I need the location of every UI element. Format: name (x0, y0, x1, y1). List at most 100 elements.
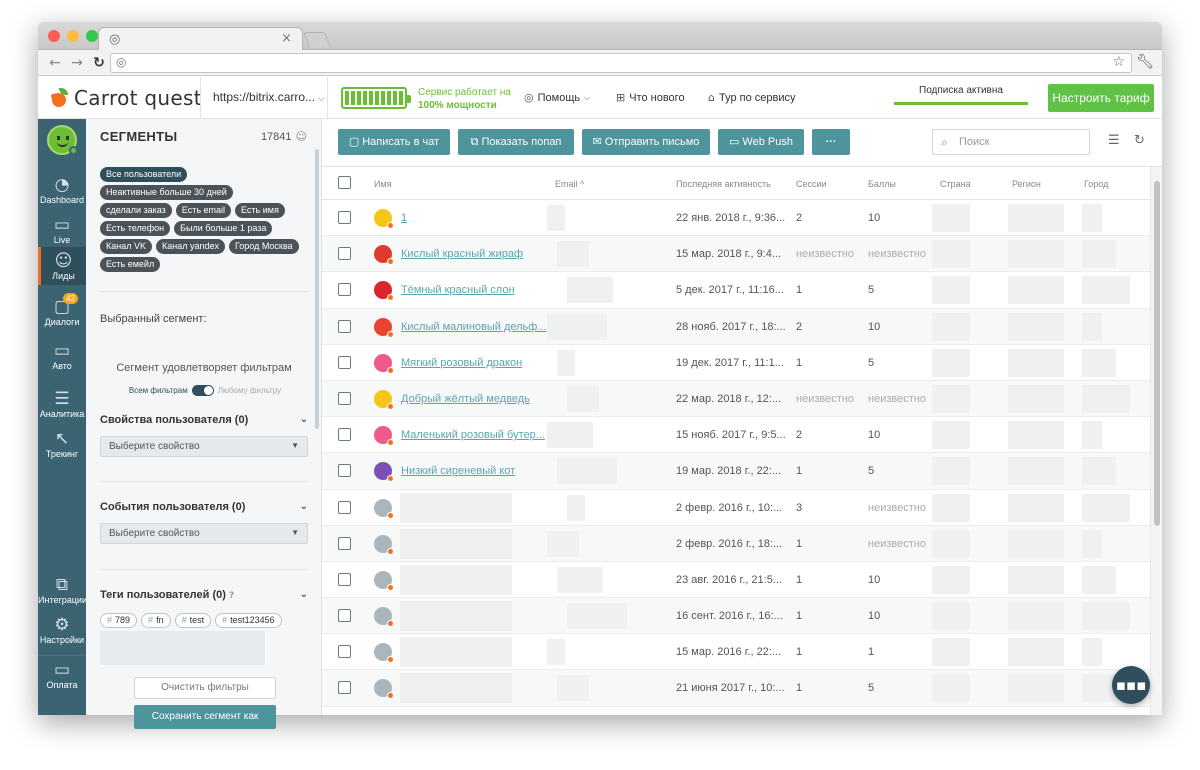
site-selector[interactable]: https://bitrix.carro... ⌵ (200, 77, 328, 119)
scrollbar-thumb[interactable] (1154, 181, 1160, 526)
row-checkbox[interactable] (338, 355, 351, 369)
chevron-down-icon[interactable]: ⌄ (300, 589, 308, 600)
help-circle-icon[interactable]: ? (229, 591, 234, 601)
table-row[interactable]: 16 сент. 2016 г., 16:... 1 10 (322, 598, 1150, 635)
user-avatar[interactable] (374, 317, 394, 338)
segment-chip[interactable]: Были больше 1 раза (174, 221, 273, 236)
nav-item-leads[interactable]: ☺ Лиды (38, 247, 86, 285)
table-row[interactable]: Кислый малиновый дельф... 28 нояб. 2017 г… (322, 308, 1150, 345)
segment-chip[interactable]: Канал yandex (155, 239, 225, 254)
row-checkbox[interactable] (338, 572, 351, 586)
user-avatar[interactable] (374, 245, 394, 266)
user-name-link[interactable]: 1 (401, 212, 407, 224)
clear-filters-button[interactable]: Очистить фильтры (134, 677, 276, 699)
nav-item-dialogs[interactable]: ▢ 42 Диалоги (38, 293, 86, 327)
table-row[interactable]: 23 авг. 2016 г., 21:5... 1 10 (322, 562, 1150, 599)
search-input[interactable]: ⌕ Поиск (932, 129, 1090, 155)
tag-chip[interactable]: # fn (141, 613, 171, 628)
column-header-city[interactable]: Город (1084, 179, 1108, 189)
logo[interactable]: Carrot quest (50, 86, 202, 110)
column-header-name[interactable]: Имя (374, 179, 392, 189)
table-row[interactable]: 1 22 янв. 2018 г., 9:36... 2 10 (322, 200, 1150, 237)
nav-item-analytics[interactable]: ☰ Аналитика (38, 389, 86, 419)
column-header-sessions[interactable]: Сессии (796, 179, 827, 189)
toggle-switch[interactable] (191, 385, 214, 396)
table-row[interactable]: 21 июня 2017 г., 10:... 1 5 (322, 670, 1150, 707)
row-checkbox[interactable] (338, 428, 351, 442)
user-avatar[interactable] (374, 570, 394, 591)
user-avatar[interactable] (374, 643, 394, 664)
segment-chip[interactable]: Есть емейл (100, 257, 161, 272)
user-avatar[interactable] (374, 281, 394, 302)
write-chat-button[interactable]: ▢ Написать в чат (338, 129, 450, 155)
table-row[interactable]: Мягкий розовый дракон 19 дек. 2017 г., 11… (322, 345, 1150, 381)
more-actions-button[interactable]: ··· (812, 129, 850, 155)
user-name-link[interactable]: Добрый жёлтый медведь (401, 393, 530, 405)
table-row[interactable]: Добрый жёлтый медведь 22 мар. 2018 г., 12… (322, 380, 1150, 418)
row-checkbox[interactable] (338, 319, 351, 333)
tag-chip[interactable]: # test123456 (215, 613, 282, 628)
table-row[interactable]: Низкий сиреневый кот 19 мар. 2018 г., 22:… (322, 453, 1150, 490)
row-checkbox[interactable] (338, 645, 351, 659)
tag-chip[interactable]: # test (174, 613, 212, 628)
row-checkbox[interactable] (338, 247, 351, 261)
row-checkbox[interactable] (338, 681, 351, 695)
row-checkbox[interactable] (338, 500, 351, 514)
nav-item-settings[interactable]: ⚙ Настройки (38, 615, 86, 645)
avatar[interactable] (47, 125, 78, 155)
user-name-link[interactable]: Кислый малиновый дельф... (401, 321, 547, 333)
table-scrollbar[interactable] (1150, 167, 1162, 715)
select-all-checkbox[interactable] (338, 176, 351, 189)
nav-item-auto[interactable]: ▭ Авто (38, 341, 86, 371)
user-name-link[interactable]: Низкий сиреневый кот (401, 465, 515, 477)
segment-chip[interactable]: Есть email (175, 203, 232, 218)
nav-item-live[interactable]: ▭ Live (38, 215, 86, 245)
segment-chip[interactable]: Канал VK (100, 239, 152, 254)
column-header-email[interactable]: Email ^ (555, 179, 584, 189)
show-popup-button[interactable]: ⧉ Показать попап (458, 129, 574, 155)
user-tags-section[interactable]: Теги пользователей (0) ? ⌄ (100, 589, 308, 601)
table-row[interactable]: 2 февр. 2016 г., 10:... 3 неизвестно (322, 490, 1150, 526)
table-row[interactable]: Маленький розовый бутер... 15 нояб. 2017 … (322, 417, 1150, 454)
nav-item-dashboard[interactable]: ◔ Dashboard (38, 175, 86, 205)
support-chat-icon[interactable]: ▪▪▪ (1112, 666, 1150, 704)
nav-item-tracking[interactable]: ↖ Трекинг (38, 429, 86, 459)
user-avatar[interactable] (374, 389, 394, 410)
tour-link[interactable]: ⌂ Тур по сервису (708, 91, 796, 104)
segment-chip[interactable]: сделали заказ (100, 203, 172, 218)
user-properties-section[interactable]: Свойства пользователя (0) ⌄ (100, 414, 308, 426)
column-header-region[interactable]: Регион (1012, 179, 1041, 189)
user-avatar[interactable] (374, 498, 394, 519)
segment-chip[interactable]: Все пользователи (100, 167, 188, 182)
configure-tariff-button[interactable]: Настроить тариф (1048, 84, 1154, 112)
column-header-country[interactable]: Страна (940, 179, 971, 189)
web-push-button[interactable]: ▭ Web Push (718, 129, 804, 155)
table-row[interactable]: 15 мар. 2016 г., 22:... 1 1 (322, 634, 1150, 671)
user-avatar[interactable] (374, 607, 394, 628)
user-avatar[interactable] (374, 679, 394, 700)
user-avatar[interactable] (374, 534, 394, 555)
nav-item-billing[interactable]: ▭ Оплата (38, 655, 86, 690)
segment-chip[interactable]: Неактивные больше 30 дней (100, 185, 233, 200)
table-row[interactable]: Кислый красный жираф 15 мар. 2018 г., 9:4… (322, 236, 1150, 273)
user-name-link[interactable]: Тёмный красный слон (401, 284, 515, 296)
segment-chip[interactable]: Есть телефон (100, 221, 171, 236)
row-checkbox[interactable] (338, 464, 351, 478)
tag-chip[interactable]: #789 (100, 613, 138, 628)
user-avatar[interactable] (374, 353, 394, 374)
column-header-activity[interactable]: Последняя активность (676, 179, 771, 189)
user-name-link[interactable]: Кислый красный жираф (401, 248, 523, 260)
event-select[interactable]: Выберите свойство ▼ (100, 523, 308, 544)
column-header-points[interactable]: Баллы (868, 179, 896, 189)
property-select[interactable]: Выберите свойство ▼ (100, 436, 308, 457)
chevron-down-icon[interactable]: ⌄ (300, 501, 308, 512)
user-events-section[interactable]: События пользователя (0) ⌄ (100, 501, 308, 513)
refresh-icon[interactable]: ↻ (1134, 133, 1145, 148)
help-link[interactable]: ◎ Помощь ⌵ (524, 91, 590, 104)
user-avatar[interactable] (374, 426, 394, 447)
panel-scrollbar[interactable] (315, 149, 319, 429)
segment-chip[interactable]: Город Москва (228, 239, 299, 254)
send-email-button[interactable]: ✉ Отправить письмо (582, 129, 710, 155)
table-row[interactable]: Тёмный красный слон 5 дек. 2017 г., 11:16… (322, 272, 1150, 309)
nav-item-integrations[interactable]: ⧉ Интеграции (38, 575, 87, 605)
